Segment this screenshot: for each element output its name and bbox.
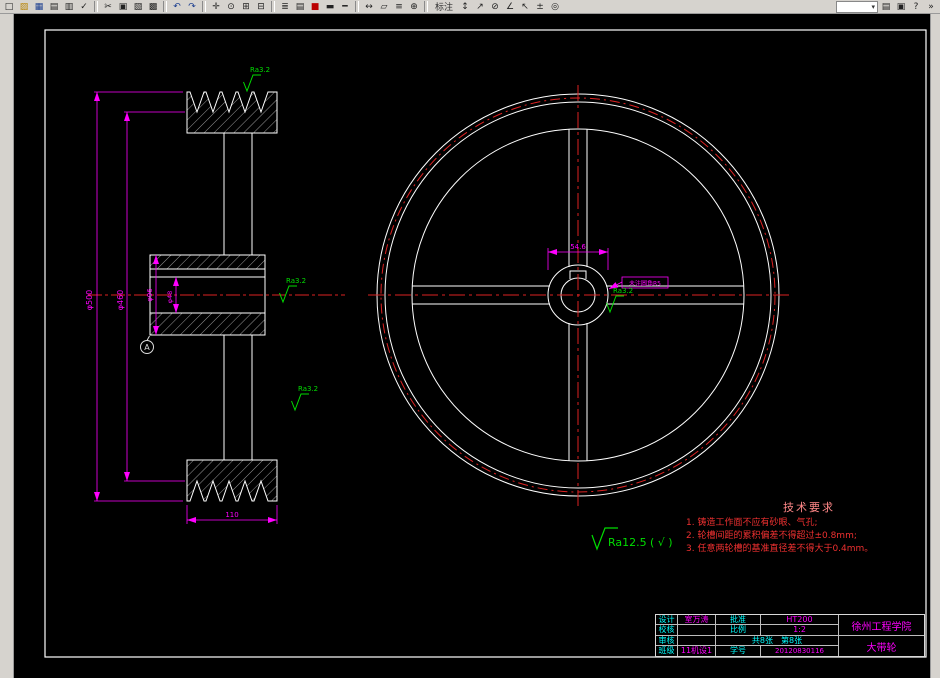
pan-icon[interactable]: ✛ — [209, 1, 223, 13]
linetype-icon[interactable]: ▬ — [323, 1, 337, 13]
layer-states-icon[interactable]: ▤ — [293, 1, 307, 13]
sheet-total: 共8张 — [751, 635, 773, 645]
student-label: 学号 — [716, 645, 761, 656]
toolbar-separator — [94, 1, 98, 12]
paste-icon[interactable]: ▧ — [131, 1, 145, 13]
scale-label: 比例 — [716, 625, 761, 636]
drawing-canvas[interactable]: φ500 φ460 φ96 φ48 110 A 54.6 未注圆角R5 Ra3.… — [0, 14, 940, 678]
vertical-scrollbar[interactable] — [930, 14, 940, 678]
chevron-down-icon: ▾ — [871, 2, 875, 11]
material-value: HT200 — [761, 615, 839, 626]
ra-bore: Ra3.2 — [613, 287, 633, 295]
technical-requirements-title: 技术要求 — [783, 501, 835, 514]
dimension-toolbar-caption: 标注 — [435, 3, 454, 13]
toolbar-combobox[interactable]: ▾ — [836, 0, 878, 13]
check-label: 校核 — [656, 625, 678, 636]
drawing-area-bg — [13, 14, 931, 678]
tech-req-item: 1. 铸造工作面不应有砂眼、气孔; — [686, 518, 818, 528]
dim-aligned-icon[interactable]: ↗ — [473, 1, 487, 13]
dim-outer-dia: φ500 — [85, 290, 94, 311]
redo-icon[interactable]: ↷ — [185, 1, 199, 13]
design-center-icon[interactable]: ▣ — [894, 1, 908, 13]
match-properties-icon[interactable]: ▩ — [146, 1, 160, 13]
undo-icon[interactable]: ↶ — [170, 1, 184, 13]
title-block-right: 徐州工程学院 大带轮 — [839, 615, 924, 656]
hub-hatch-bottom — [150, 313, 265, 335]
empty-cell — [678, 635, 716, 646]
tech-req-item: 3. 任意两轮槽的基准直径差不得大于0.4mm。 — [686, 544, 874, 554]
ra-groove: Ra3.2 — [250, 66, 270, 74]
ra-hub-face: Ra3.2 — [286, 277, 306, 285]
title-block: 设计 室万涛 批准 HT200 校核 比例 1:2 审核 共8张 第8张 班级 … — [655, 614, 925, 657]
dim-width: 110 — [225, 511, 238, 519]
point-id-icon[interactable]: ⊕ — [407, 1, 421, 13]
school-name: 徐州工程学院 — [839, 615, 924, 636]
layers-icon[interactable]: ≣ — [278, 1, 292, 13]
distance-icon[interactable]: ↔ — [362, 1, 376, 13]
toolbar-separator — [424, 1, 428, 12]
title-block-grid: 设计 室万涛 批准 HT200 校核 比例 1:2 审核 共8张 第8张 班级 … — [656, 615, 839, 656]
toolbar-overflow-icon[interactable]: » — [924, 1, 938, 13]
toolbar-separator — [202, 1, 206, 12]
area-icon[interactable]: ▱ — [377, 1, 391, 13]
sheet-info: 共8张 第8张 — [716, 635, 839, 646]
new-file-icon[interactable]: □ — [2, 1, 16, 13]
class-value: 11机设1 — [678, 645, 716, 656]
technical-requirements: 技术要求 1. 铸造工作面不应有砂眼、气孔; 2. 轮槽间距的累积偏差不得超过±… — [686, 499, 932, 556]
ra-general-paren: ( √ ) — [650, 536, 673, 549]
scale-value: 1:2 — [761, 625, 839, 636]
empty-cell — [678, 625, 716, 636]
plot-preview-icon[interactable]: ▥ — [62, 1, 76, 13]
dim-linear-icon[interactable]: ↕ — [458, 1, 472, 13]
leader-icon[interactable]: ↖ — [518, 1, 532, 13]
dim-diameter-icon[interactable]: ⊘ — [488, 1, 502, 13]
dim-hub-len: 54.6 — [570, 243, 586, 251]
toolbar-separator — [355, 1, 359, 12]
properties-icon[interactable]: ▤ — [879, 1, 893, 13]
approve-label: 批准 — [716, 615, 761, 626]
tolerance-icon[interactable]: ± — [533, 1, 547, 13]
zoom-window-icon[interactable]: ⊞ — [239, 1, 253, 13]
toolbar: □ ▨ ▦ ▤ ▥ ✓ ✂ ▣ ▧ ▩ ↶ ↷ ✛ ⊙ ⊞ ⊟ ≣ ▤ ■ ▬ … — [0, 0, 940, 14]
toolbar-separator — [271, 1, 275, 12]
toolbar-separator — [163, 1, 167, 12]
save-icon[interactable]: ▦ — [32, 1, 46, 13]
audit-label: 审核 — [656, 635, 678, 646]
datum-label: A — [144, 343, 150, 352]
ra-general: Ra12.5 — [608, 536, 647, 549]
class-label: 班级 — [656, 645, 678, 656]
design-label: 设计 — [656, 615, 678, 626]
dim-bore-dia: φ48 — [166, 291, 174, 304]
zoom-realtime-icon[interactable]: ⊙ — [224, 1, 238, 13]
zoom-previous-icon[interactable]: ⊟ — [254, 1, 268, 13]
left-panel-strip[interactable] — [0, 14, 14, 678]
sheet-no: 第8张 — [781, 635, 803, 645]
dim-angular-icon[interactable]: ∠ — [503, 1, 517, 13]
help-icon[interactable]: ? — [909, 1, 923, 13]
print-icon[interactable]: ▤ — [47, 1, 61, 13]
copy-icon[interactable]: ▣ — [116, 1, 130, 13]
ra-web: Ra3.2 — [298, 385, 318, 393]
open-file-icon[interactable]: ▨ — [17, 1, 31, 13]
hub-hatch-top — [150, 255, 265, 269]
cut-icon[interactable]: ✂ — [101, 1, 115, 13]
part-name: 大带轮 — [866, 642, 897, 654]
dim-hub-dia: φ96 — [146, 288, 154, 302]
lineweight-icon[interactable]: ━ — [338, 1, 352, 13]
color-swatch-icon[interactable]: ■ — [308, 1, 322, 13]
center-mark-icon[interactable]: ◎ — [548, 1, 562, 13]
fillet-note-text: 未注圆角R5 — [629, 280, 661, 288]
student-id: 20120830116 — [761, 645, 839, 656]
tech-req-item: 2. 轮槽间距的累积偏差不得超过±0.8mm; — [686, 531, 857, 541]
spell-check-icon[interactable]: ✓ — [77, 1, 91, 13]
designer-name: 室万涛 — [678, 615, 716, 626]
dim-groove-dia: φ460 — [116, 290, 125, 311]
list-icon[interactable]: ≡ — [392, 1, 406, 13]
